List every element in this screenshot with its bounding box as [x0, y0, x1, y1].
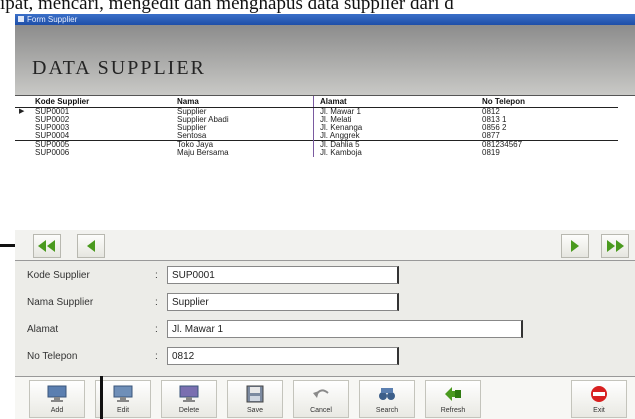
- table-row[interactable]: SUP0004 Sentosa Jl. Anggrek 0877: [15, 132, 618, 141]
- cell-telepon[interactable]: 0819: [476, 149, 618, 157]
- binoculars-icon: [379, 388, 395, 400]
- form-row-nama: Nama Supplier :: [15, 292, 635, 314]
- double-arrow-right-icon: [607, 240, 624, 252]
- grid-header-row: Kode Supplier Nama Alamat No Telepon: [15, 96, 618, 108]
- refresh-button[interactable]: Refresh: [425, 380, 481, 418]
- cancel-button[interactable]: Cancel: [293, 380, 349, 418]
- double-arrow-left-icon: [38, 240, 55, 252]
- monitor-edit-icon: [113, 385, 133, 402]
- monitor-icon: [47, 385, 67, 402]
- header-panel: DATA SUPPLIER: [15, 25, 635, 95]
- form-row-kode: Kode Supplier :: [15, 265, 635, 287]
- last-record-button[interactable]: [601, 234, 629, 258]
- delete-button-label: Delete: [178, 407, 200, 414]
- column-header-alamat[interactable]: Alamat: [313, 96, 476, 108]
- add-button-label: Add: [50, 407, 64, 414]
- no-telepon-label: No Telepon: [27, 351, 78, 362]
- app-icon: [18, 16, 24, 22]
- row-selector[interactable]: [15, 132, 29, 141]
- arrow-left-icon: [87, 240, 95, 252]
- table-row[interactable]: SUP0006 Maju Bersama Jl. Kamboja 0819: [15, 149, 618, 157]
- divider-line: [0, 244, 15, 247]
- row-selector[interactable]: [15, 140, 29, 149]
- edit-button-label: Edit: [116, 407, 130, 414]
- page-title: DATA SUPPLIER: [32, 57, 206, 79]
- delete-button[interactable]: Delete: [161, 380, 217, 418]
- table-row[interactable]: SUP0002 Supplier Abadi Jl. Melati 0813 1: [15, 116, 618, 124]
- arrow-right-icon: [571, 240, 579, 252]
- next-record-button[interactable]: [561, 234, 589, 258]
- search-button-label: Search: [375, 407, 399, 414]
- divider-line: [100, 376, 103, 419]
- column-header-telepon[interactable]: No Telepon: [476, 96, 618, 108]
- colon-separator: :: [155, 297, 158, 308]
- table-row[interactable]: SUP0005 Toko Jaya Jl. Dahlia 5 081234567: [15, 140, 618, 149]
- cell-kode[interactable]: SUP0006: [29, 149, 171, 157]
- edit-button[interactable]: Edit: [95, 380, 151, 418]
- row-selector-header: [15, 96, 29, 108]
- save-button-label: Save: [247, 407, 263, 414]
- supplier-grid[interactable]: Kode Supplier Nama Alamat No Telepon ▶ S…: [15, 95, 635, 231]
- supplier-form: Kode Supplier : Nama Supplier : Alamat :…: [15, 260, 635, 377]
- exit-button-label: Exit: [593, 407, 605, 414]
- no-telepon-input[interactable]: [167, 347, 399, 365]
- add-button[interactable]: Add: [29, 380, 85, 418]
- stop-exit-icon: [591, 386, 607, 402]
- nama-supplier-label: Nama Supplier: [27, 297, 94, 308]
- colon-separator: :: [155, 270, 158, 281]
- cancel-button-label: Cancel: [310, 407, 332, 414]
- action-toolbar: Add Edit Delete Save Cancel Search Refre…: [15, 376, 635, 419]
- refresh-button-label: Refresh: [440, 407, 466, 414]
- previous-record-button[interactable]: [77, 234, 105, 258]
- first-record-button[interactable]: [33, 234, 61, 258]
- record-navigation-bar: [15, 230, 635, 260]
- window-title: Form Supplier: [27, 15, 78, 24]
- window-titlebar[interactable]: Form Supplier: [15, 14, 635, 25]
- row-selector[interactable]: [15, 149, 29, 157]
- table-row[interactable]: SUP0003 Supplier Jl. Kenanga 0856 2: [15, 124, 618, 132]
- floppy-disk-icon: [246, 385, 264, 403]
- alamat-input[interactable]: [167, 320, 523, 338]
- row-selector[interactable]: [15, 116, 29, 124]
- column-header-kode[interactable]: Kode Supplier: [29, 96, 171, 108]
- save-button[interactable]: Save: [227, 380, 283, 418]
- alamat-label: Alamat: [27, 324, 59, 335]
- supplier-window: Form Supplier DATA SUPPLIER Kode Supplie…: [15, 14, 635, 419]
- form-row-telepon: No Telepon :: [15, 346, 635, 368]
- document-text-line: ipat, mencari, mengedit dan menghapus da…: [0, 0, 454, 14]
- colon-separator: :: [155, 324, 158, 335]
- row-selector[interactable]: [15, 124, 29, 132]
- cell-nama[interactable]: Maju Bersama: [171, 149, 314, 157]
- colon-separator: :: [155, 351, 158, 362]
- column-header-nama[interactable]: Nama: [171, 96, 314, 108]
- monitor-delete-icon: [179, 385, 199, 402]
- row-selector[interactable]: ▶: [15, 108, 29, 117]
- kode-supplier-input[interactable]: [167, 266, 399, 284]
- kode-supplier-label: Kode Supplier: [27, 270, 90, 281]
- refresh-arrows-icon: [445, 387, 461, 401]
- form-row-alamat: Alamat :: [15, 319, 635, 341]
- cell-alamat[interactable]: Jl. Kamboja: [313, 149, 476, 157]
- exit-button[interactable]: Exit: [571, 380, 627, 418]
- undo-icon: [313, 389, 329, 398]
- nama-supplier-input[interactable]: [167, 293, 399, 311]
- table-row[interactable]: ▶ SUP0001 Supplier Jl. Mawar 1 0812: [15, 107, 618, 117]
- search-button[interactable]: Search: [359, 380, 415, 418]
